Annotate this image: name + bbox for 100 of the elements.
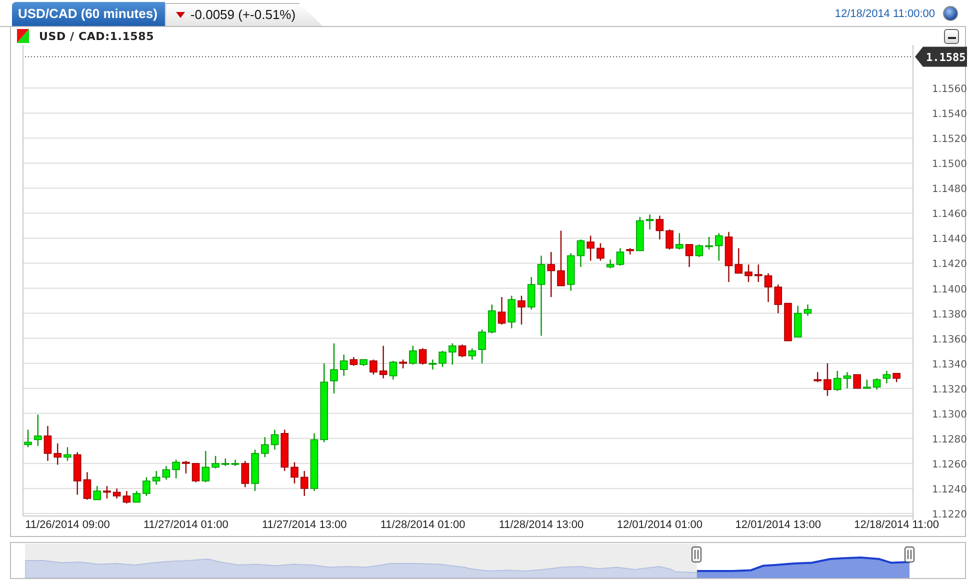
y-axis-label: 1.1300 [932,409,967,420]
chart-icon [17,29,29,43]
candlestick [824,363,832,396]
candlestick [142,477,150,496]
candlestick [202,450,210,482]
y-axis-label: 1.1420 [932,259,967,270]
candlestick [73,452,82,495]
candlestick [676,233,684,250]
x-axis-label: 11/26/2014 09:00 [25,519,110,531]
candlestick [112,488,121,498]
candlestick [626,248,634,254]
candlestick [685,244,694,267]
y-axis-label: 1.1360 [932,334,967,346]
candlestick [863,380,871,389]
candlestick [64,447,72,461]
candlestick [734,248,743,274]
range-handle[interactable] [692,546,702,562]
candlestick [438,350,446,368]
candlestick [212,456,220,468]
candlestick [389,360,398,380]
candlestick [270,430,279,450]
y-axis-label: 1.1400 [932,284,967,296]
y-axis-label: 1.1520 [932,134,967,146]
candlestick [784,302,792,342]
candlestick [182,460,190,474]
candlestick [744,264,752,282]
candlestick [54,443,62,465]
candlestick [478,330,486,364]
candlestick [300,470,308,496]
candlestick [764,273,772,302]
candlestick [666,229,674,250]
y-axis-label: 1.1540 [932,109,967,120]
y-axis-label: 1.1500 [932,159,967,170]
candlestick [44,426,52,461]
candlestick [330,343,338,394]
x-axis-label: 11/27/2014 01:00 [144,519,228,531]
candlestick [882,370,891,384]
x-axis-label: 11/27/2014 13:00 [262,519,347,531]
change-value: -0.0059 (+-0.51%) [190,7,296,22]
timestamp: 12/18/2014 11:00:00 [834,8,935,20]
symbol-tab[interactable]: USD/CAD (60 minutes) [12,2,166,26]
y-axis-label: 1.1320 [932,384,967,396]
status-button[interactable] [943,6,958,21]
candlestick [251,450,259,491]
y-axis-label: 1.1220 [932,510,967,520]
candlestick [656,216,664,240]
candlestick [83,472,92,500]
candlestick [498,297,506,325]
candlestick [853,374,861,389]
candlestick [340,354,348,376]
chart-title: USD / CAD:1.1585 [39,30,154,42]
candlestick [241,460,250,488]
candlestick [231,460,240,466]
candlestick [557,230,565,286]
candlestick [518,296,526,325]
ref-line-label: 1.1585 [926,50,966,64]
candlestick [222,458,230,466]
candlestick [122,490,131,504]
range-handle[interactable] [904,546,914,562]
candlestick [34,414,42,446]
candlestick [428,360,437,370]
candlestick [399,360,407,368]
candlestick [804,304,812,316]
candlestick [833,370,842,391]
x-axis-label: 11/28/2014 13:00 [498,519,584,531]
candlestick [547,252,555,298]
candlestick [192,463,200,482]
y-axis-label: 1.1280 [932,434,967,446]
candlestick [774,284,782,314]
y-axis-label: 1.1380 [932,309,967,320]
candlestick [418,348,427,365]
candlestick [566,253,575,291]
candlestick [458,344,466,358]
y-axis-label: 1.1480 [932,184,967,196]
candlestick [527,277,536,310]
candlestick [93,486,101,500]
candlestick [576,239,585,267]
candlestick [260,437,269,458]
y-axis-label: 1.1460 [932,209,967,220]
y-axis-label: 1.1260 [932,459,967,470]
candlestick [606,259,614,268]
minimize-button[interactable] [944,28,959,44]
x-axis-label: 12/01/2014 13:00 [735,519,821,531]
y-axis-label: 1.1340 [932,359,967,370]
candlestick [596,243,604,261]
candlestick [616,248,624,266]
candlestick [872,378,881,390]
candlestick [162,466,170,480]
x-axis-label: 11/28/2014 01:00 [380,519,466,531]
candlestick [892,372,900,382]
candlestick [636,216,644,252]
candlestick [468,348,476,360]
x-axis-label: 12/01/2014 01:00 [616,519,702,531]
candlestick [715,233,723,261]
candlestick [350,357,358,366]
candlestick [794,306,802,338]
candlestick [488,304,496,334]
candlestick [290,462,298,484]
candlestick [370,360,378,375]
candlestick [448,343,456,365]
